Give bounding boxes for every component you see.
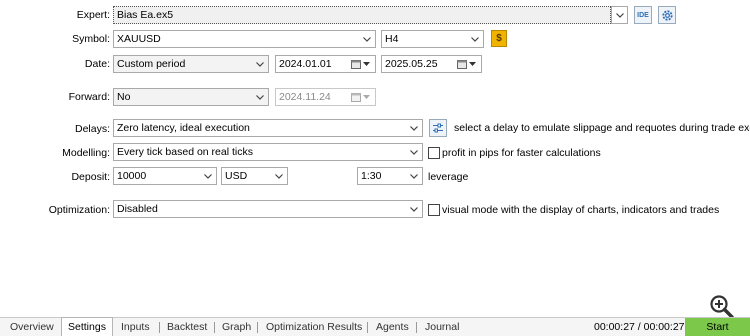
date-from-picker[interactable]: 2024.01.01 [275, 55, 376, 73]
symbol-select[interactable]: XAUUSD [113, 30, 376, 48]
visual-mode-checkbox-label: visual mode with the display of charts, … [442, 204, 720, 216]
start-button[interactable]: Start [685, 318, 750, 336]
tab-optimization-results[interactable]: Optimization Results [260, 319, 368, 336]
expert-select[interactable]: Bias Ea.ex5 [113, 6, 611, 24]
expert-label: Expert: [76, 9, 110, 21]
delays-hint: select a delay to emulate slippage and r… [454, 122, 750, 134]
leverage-label: leverage [428, 171, 469, 183]
tab-separator [257, 322, 258, 333]
elapsed-timer: 00:00:27 / 00:00:27 [594, 321, 685, 333]
visual-mode-checkbox[interactable] [428, 204, 440, 216]
deposit-currency-value: USD [225, 170, 248, 182]
tab-backtest[interactable]: Backtest [161, 319, 213, 336]
date-to-picker[interactable]: 2025.05.25 [381, 55, 482, 73]
chevron-down-icon [361, 31, 373, 47]
chevron-down-icon [408, 201, 420, 217]
calendar-icon [351, 57, 373, 71]
tester-tab-bar: Overview Settings Inputs Backtest Graph … [0, 317, 750, 336]
ide-button[interactable]: IDE [634, 6, 652, 24]
delays-settings-button[interactable] [429, 119, 447, 137]
chevron-down-icon [469, 31, 481, 47]
date-period-select[interactable]: Custom period [113, 55, 269, 73]
pips-checkbox[interactable] [428, 147, 440, 159]
tab-agents[interactable]: Agents [370, 319, 415, 336]
calendar-icon [457, 57, 479, 71]
modelling-select[interactable]: Every tick based on real ticks [113, 143, 423, 161]
chevron-down-icon [408, 144, 420, 160]
deposit-amount-value: 10000 [117, 170, 147, 182]
chevron-down-icon [273, 168, 285, 184]
symbol-spec-button[interactable]: $ [491, 30, 507, 47]
chevron-down-icon [408, 168, 420, 184]
deposit-amount-select[interactable]: 10000 [113, 167, 217, 185]
expert-settings-button[interactable] [658, 6, 676, 24]
delays-label: Delays: [74, 123, 110, 135]
chevron-down-icon [254, 56, 266, 72]
tab-inputs[interactable]: Inputs [115, 319, 156, 336]
forward-date-picker: 2024.11.24 [275, 88, 376, 106]
gear-icon [661, 9, 673, 21]
timeframe-select[interactable]: H4 [381, 30, 484, 48]
symbol-value: XAUUSD [117, 33, 161, 45]
chevron-down-icon [202, 168, 214, 184]
date-label: Date: [84, 58, 110, 70]
tab-separator [159, 322, 160, 333]
tab-journal[interactable]: Journal [419, 319, 465, 336]
deposit-label: Deposit: [71, 171, 110, 183]
forward-value: No [117, 91, 131, 103]
modelling-value: Every tick based on real ticks [117, 146, 253, 158]
forward-select[interactable]: No [113, 88, 269, 106]
tab-overview[interactable]: Overview [4, 319, 60, 336]
tab-separator [214, 322, 215, 333]
expert-value: Bias Ea.ex5 [117, 9, 174, 21]
optimization-value: Disabled [117, 203, 158, 215]
pips-checkbox-label: profit in pips for faster calculations [442, 147, 601, 159]
sliders-icon [433, 123, 443, 133]
tab-settings[interactable]: Settings [61, 317, 113, 336]
chevron-down-icon [408, 120, 420, 136]
timeframe-value: H4 [385, 33, 399, 45]
tab-separator [416, 322, 417, 333]
optimization-select[interactable]: Disabled [113, 200, 423, 218]
chevron-down-icon [254, 89, 266, 105]
currency-icon: $ [496, 33, 502, 44]
modelling-label: Modelling: [62, 147, 110, 159]
deposit-currency-select[interactable]: USD [221, 167, 288, 185]
date-to-value: 2025.05.25 [385, 58, 438, 70]
delays-select[interactable]: Zero latency, ideal execution [113, 119, 423, 137]
forward-label: Forward: [68, 91, 110, 103]
tab-graph[interactable]: Graph [216, 319, 257, 336]
leverage-value: 1:30 [361, 170, 382, 182]
date-period-value: Custom period [117, 58, 186, 70]
expert-dropdown-button[interactable] [611, 6, 628, 24]
symbol-label: Symbol: [72, 33, 110, 45]
calendar-icon [351, 90, 373, 104]
chevron-down-icon [614, 7, 626, 23]
tab-separator [367, 322, 368, 333]
optimization-label: Optimization: [48, 204, 110, 216]
date-from-value: 2024.01.01 [279, 58, 332, 70]
forward-date-value: 2024.11.24 [279, 91, 331, 103]
delays-value: Zero latency, ideal execution [117, 122, 250, 134]
ide-icon: IDE [637, 11, 649, 19]
leverage-select[interactable]: 1:30 [357, 167, 423, 185]
